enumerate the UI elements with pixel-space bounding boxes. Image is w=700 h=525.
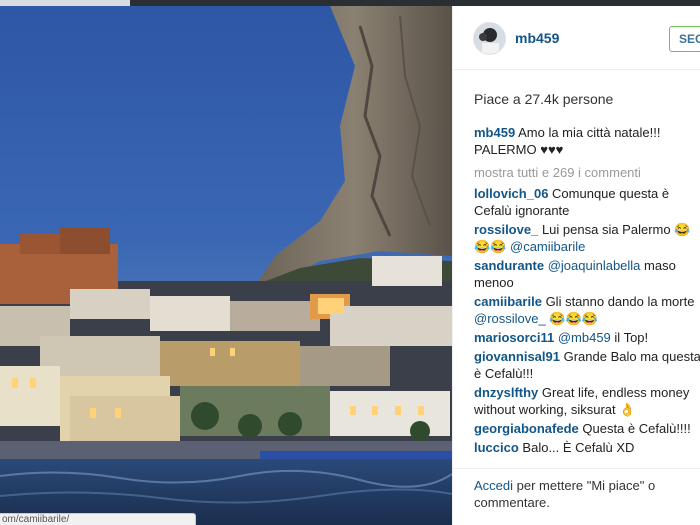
caption-username[interactable]: mb459 [474,125,515,140]
follow-button[interactable]: SEGUI [669,26,700,52]
list-item: giovannisal91 Grande Balo ma questa è Ce… [474,348,700,382]
comment-username[interactable]: mariosorci11 [474,330,554,345]
view-all-comments-link[interactable]: mostra tutti e 269 i commenti [474,164,700,181]
comment-text: il Top! [614,330,649,345]
likes-count: Piace a 27.4k persone [474,91,613,107]
comment-text: Balo... È Cefalù XD [522,440,635,455]
login-prompt: Accedi per mettere "Mi piace" o commenta… [474,477,684,511]
list-item: lollovich_06 Comunque questa è Cefalù ig… [474,185,700,219]
comment-text: Questa è Cefalù!!!! [582,421,691,436]
login-link[interactable]: Accedi [474,478,513,493]
comments-list: mb459 Amo la mia città natale!!! PALERMO… [474,124,700,467]
post-header: mb459 SEGUI [453,6,700,70]
comment-username[interactable]: luccico [474,440,519,455]
list-item: georgiabonafede Questa è Cefalù!!!! [474,420,700,437]
comment-mention[interactable]: @mb459 [558,330,611,345]
caption: mb459 Amo la mia città natale!!! PALERMO… [474,124,700,158]
cliff-shape [255,6,452,286]
list-item: sandurante @joaquinlabella maso menoo [474,257,700,291]
list-item: luccico Balo... È Cefalù XD [474,439,700,456]
comment-username[interactable]: giovannisal91 [474,349,560,364]
comment-mention[interactable]: @camiibarile [510,239,585,254]
comment-username[interactable]: lollovich_06 [474,186,548,201]
status-bar-url: om/camiibarile/ [0,513,196,525]
list-item: mariosorci11 @mb459 il Top! [474,329,700,346]
post-sidebar: mb459 SEGUI Piace a 27.4k persone mb459 … [452,6,700,525]
comment-text: Gli stanno dando la morte [545,294,695,309]
comment-username[interactable]: camiibarile [474,294,542,309]
footer-divider [453,468,700,469]
palermo-coast-image [0,6,452,525]
avatar[interactable] [473,22,506,55]
list-item: rossilove_ Lui pensa sia Palermo 😂😂😂 @ca… [474,221,700,255]
comment-username[interactable]: georgiabonafede [474,421,579,436]
post-author-username[interactable]: mb459 [515,30,559,46]
comment-username[interactable]: dnzyslfthy [474,385,538,400]
list-item: dnzyslfthy Great life, endless money wit… [474,384,700,418]
post-photo[interactable] [0,6,452,525]
comment-username[interactable]: sandurante [474,258,544,273]
list-item: camiibarile Gli stanno dando la morte @r… [474,293,700,327]
avatar-photo-icon [474,23,505,54]
comment-username[interactable]: rossilove_ [474,222,538,237]
comment-mention[interactable]: @joaquinlabella [548,258,641,273]
comment-mention[interactable]: @rossilove_ 😂😂😂 [474,311,598,326]
likes-text: Piace a 27.4k persone [474,91,614,107]
